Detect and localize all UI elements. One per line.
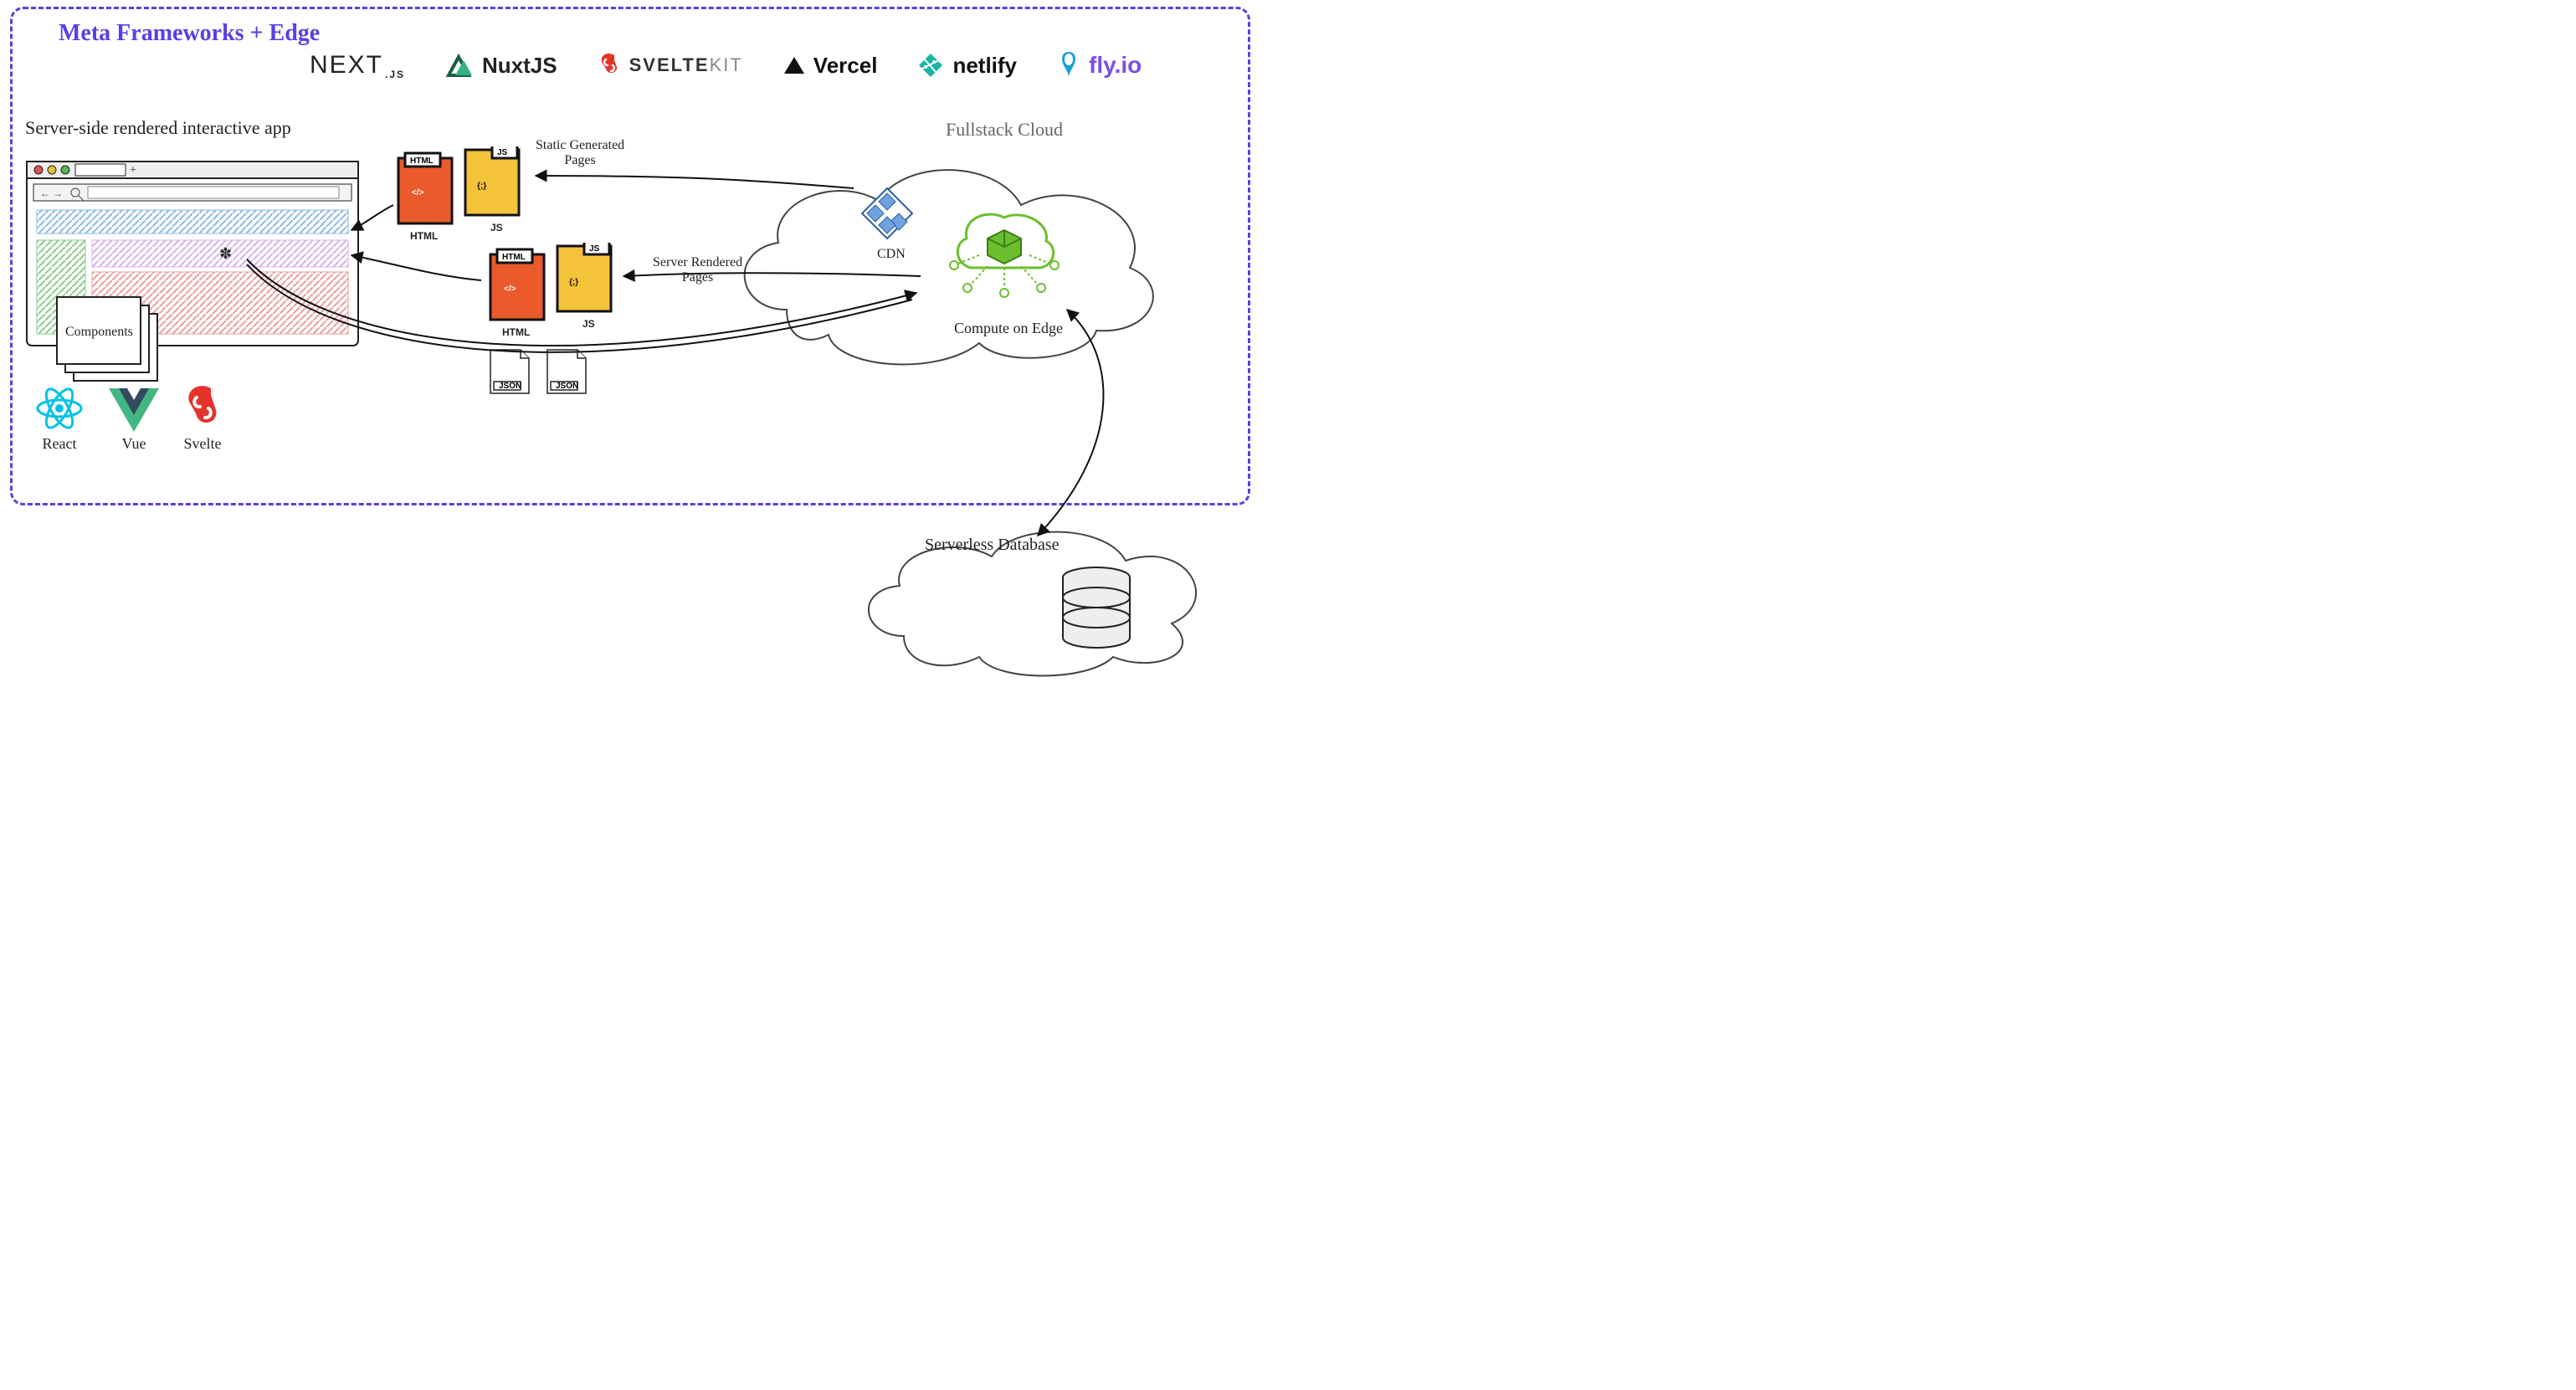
js-caption-2: JS	[582, 318, 595, 330]
svg-text:+: +	[130, 164, 136, 177]
brand-row: NEXT.JS NuxtJS SVELTEKIT Vercel	[310, 50, 1142, 80]
svg-text:</>: </>	[412, 188, 424, 197]
react-tech: React	[33, 385, 85, 453]
vue-icon	[109, 388, 159, 432]
react-icon	[33, 385, 85, 432]
json-badge-2: JSON	[556, 382, 578, 391]
html-caption-1: HTML	[410, 230, 438, 242]
vercel-icon	[783, 55, 805, 75]
nextjs-sub: .JS	[385, 69, 405, 80]
react-label: React	[43, 435, 77, 453]
vue-tech: Vue	[109, 388, 159, 453]
vue-label: Vue	[122, 435, 146, 453]
html-caption-2: HTML	[502, 326, 530, 338]
sveltekit-text1: SVELTE	[629, 54, 710, 75]
netlify-text: netlify	[952, 53, 1017, 79]
json-files-group: JSON JSON	[485, 343, 594, 402]
js-badge-1: JS	[497, 148, 508, 157]
vercel-logo: Vercel	[783, 53, 878, 79]
nextjs-logo: NEXT.JS	[310, 51, 403, 80]
json-badge-1: JSON	[499, 382, 521, 391]
svg-text:</>: </>	[504, 285, 516, 294]
html-badge-1: HTML	[410, 156, 434, 166]
svelte-icon	[598, 52, 621, 79]
flyio-text: fly.io	[1089, 52, 1142, 79]
nextjs-text: NEXT	[310, 51, 383, 79]
components-label: Components	[65, 325, 133, 340]
svelte-tech: Svelte	[182, 385, 223, 453]
sveltekit-text2: KIT	[710, 54, 743, 75]
html-badge-2: HTML	[502, 253, 526, 262]
static-pages-label: Static Generated Pages	[536, 138, 624, 168]
vercel-text: Vercel	[813, 53, 878, 79]
sveltekit-logo: SVELTEKIT	[598, 52, 743, 79]
svg-text:{;}: {;}	[477, 182, 486, 191]
svg-text:{;}: {;}	[569, 278, 578, 287]
svelte-tech-icon	[182, 385, 223, 432]
svelte-label: Svelte	[184, 435, 222, 453]
server-pages-label: Server Rendered Pages	[653, 255, 742, 285]
diagram-title: Meta Frameworks + Edge	[59, 20, 320, 47]
compute-label: Compute on Edge	[954, 320, 1063, 336]
fullstack-cloud: CDN Compute on Edge	[728, 142, 1163, 377]
js-badge-2: JS	[589, 244, 600, 254]
svg-text:← →: ← →	[40, 187, 63, 199]
tech-row: React Vue Svelte	[33, 385, 223, 453]
js-caption-1: JS	[490, 222, 503, 233]
fullstack-cloud-label: Fullstack Cloud	[946, 119, 1063, 141]
flyio-icon	[1057, 50, 1080, 80]
netlify-logo: netlify	[917, 52, 1017, 79]
serverless-db-label: Serverless Database	[925, 536, 1060, 555]
nuxtjs-text: NuxtJS	[482, 53, 557, 79]
netlify-icon	[917, 52, 944, 79]
ssr-app-label: Server-side rendered interactive app	[25, 117, 291, 139]
flyio-logo: fly.io	[1057, 50, 1142, 80]
nuxtjs-icon	[444, 54, 474, 77]
nuxtjs-logo: NuxtJS	[444, 53, 557, 79]
cdn-label: CDN	[877, 247, 906, 261]
static-files-group: HTML </> JS {;}	[393, 146, 527, 239]
diagram-canvas: Meta Frameworks + Edge NEXT.JS NuxtJS SV…	[0, 0, 1255, 678]
database-icon	[1063, 567, 1130, 648]
svg-text:✽: ✽	[219, 245, 232, 262]
server-files-group: HTML </> JS {;}	[485, 243, 619, 335]
